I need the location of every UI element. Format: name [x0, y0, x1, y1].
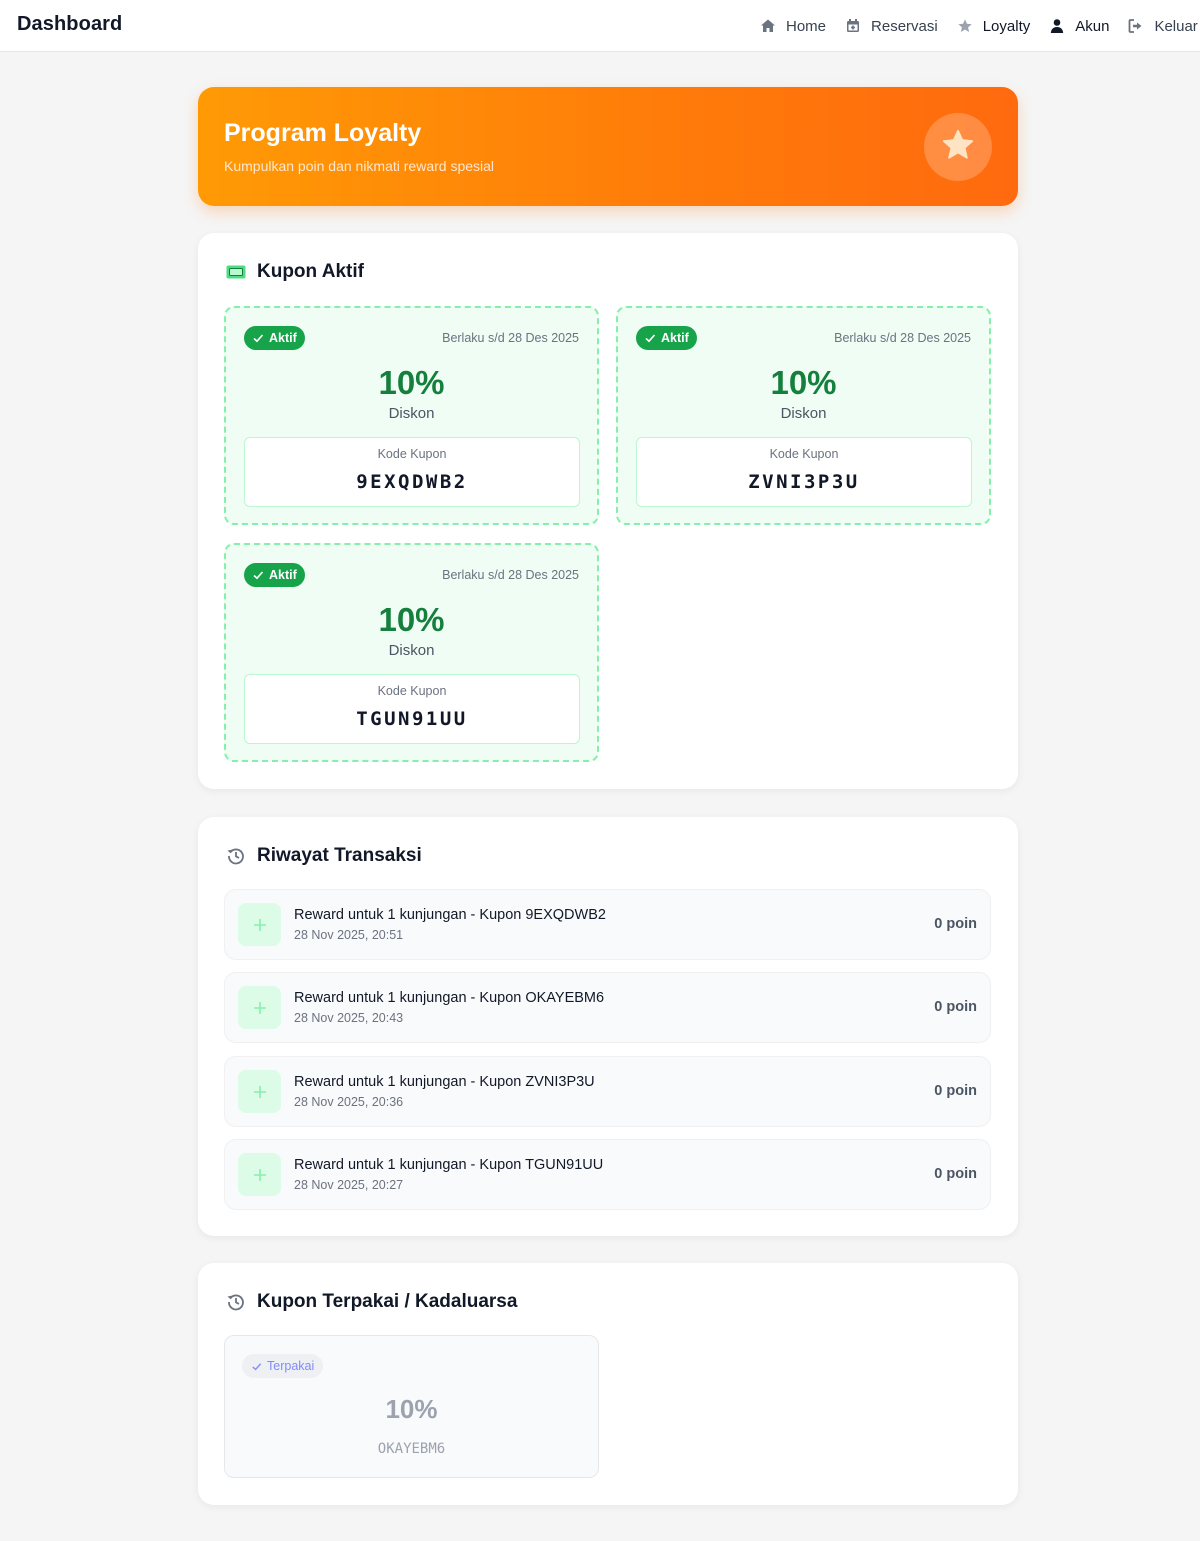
home-icon [760, 18, 776, 34]
nav-item-reservasi[interactable]: Reservasi [845, 18, 938, 35]
transaction-date: 28 Nov 2025, 20:36 [294, 1095, 404, 1109]
status-label: Aktif [661, 331, 689, 345]
hero-star-badge [924, 113, 992, 181]
transaction-points: 0 poin [934, 916, 977, 932]
transaction-history-card: Riwayat Transaksi Reward untuk 1 kunjung… [198, 817, 1018, 1236]
discount-label: Diskon [388, 405, 435, 422]
nav-item-label: Akun [1075, 17, 1110, 35]
transaction-description: Reward untuk 1 kunjungan - Kupon TGUN91U… [294, 1157, 604, 1173]
plus-icon [238, 1153, 281, 1196]
nav-item-home[interactable]: Home [760, 18, 826, 35]
transaction-row: Reward untuk 1 kunjungan - Kupon 9EXQDWB… [224, 889, 991, 960]
status-badge: Terpakai [242, 1354, 324, 1378]
code-label: Kode Kupon [377, 684, 447, 698]
card-header: Kupon Aktif [226, 261, 364, 283]
card-header: Kupon Terpakai / Kadaluarsa [226, 1291, 517, 1313]
transaction-description: Reward untuk 1 kunjungan - Kupon 9EXQDWB… [294, 907, 606, 923]
coupon-code[interactable]: 9EXQDWB2 [245, 471, 579, 493]
discount-value: 10% [770, 364, 837, 401]
nav-item-label: Home [786, 17, 827, 35]
status-badge: Aktif [636, 326, 697, 350]
transaction-date: 28 Nov 2025, 20:51 [294, 928, 404, 942]
nav-item-loyalty[interactable]: Loyalty [957, 17, 1031, 35]
used-coupon: Terpakai 10% OKAYEBM6 [224, 1335, 599, 1478]
card-title: Kupon Aktif [257, 261, 364, 282]
plus-icon [238, 986, 281, 1029]
transaction-row: Reward untuk 1 kunjungan - Kupon TGUN91U… [224, 1139, 991, 1210]
code-label: Kode Kupon [769, 447, 839, 461]
nav-item-label: Keluar [1154, 17, 1198, 35]
transaction-row: Reward untuk 1 kunjungan - Kupon OKAYEBM… [224, 972, 991, 1043]
active-coupon: Aktif Berlaku s/d 28 Des 2025 10% Diskon… [224, 306, 599, 525]
check-icon [252, 569, 264, 581]
status-badge: Aktif [244, 563, 305, 587]
check-icon [252, 332, 264, 344]
discount-value: 10% [378, 364, 445, 401]
status-label: Terpakai [267, 1359, 315, 1373]
card-title: Kupon Terpakai / Kadaluarsa [257, 1291, 518, 1312]
history-icon [226, 846, 246, 866]
transaction-date: 28 Nov 2025, 20:27 [294, 1178, 404, 1192]
code-label: Kode Kupon [377, 447, 447, 461]
plus-icon [238, 903, 281, 946]
valid-until: Berlaku s/d 28 Des 2025 [442, 331, 579, 345]
loyalty-hero-banner: Program Loyalty Kumpulkan poin dan nikma… [198, 87, 1018, 206]
valid-until: Berlaku s/d 28 Des 2025 [442, 568, 579, 582]
nav-item-akun[interactable]: Akun [1049, 18, 1109, 35]
user-icon [1049, 18, 1065, 34]
active-coupon: Aktif Berlaku s/d 28 Des 2025 10% Diskon… [616, 306, 991, 525]
active-coupon: Aktif Berlaku s/d 28 Des 2025 10% Diskon… [224, 543, 599, 762]
card-title: Riwayat Transaksi [257, 845, 422, 866]
status-badge: Aktif [244, 326, 305, 350]
valid-until: Berlaku s/d 28 Des 2025 [834, 331, 971, 345]
coupon-code-box[interactable]: Kode Kupon ZVNI3P3U [636, 437, 972, 507]
check-icon [644, 332, 656, 344]
top-navbar: Dashboard Home Reservasi Loyalty Akun Ke… [0, 0, 1200, 52]
calendar-icon [845, 18, 861, 34]
discount-label: Diskon [780, 405, 827, 422]
card-header: Riwayat Transaksi [226, 845, 422, 867]
used-coupons-card: Kupon Terpakai / Kadaluarsa Terpakai 10%… [198, 1263, 1018, 1505]
plus-icon [238, 1070, 281, 1113]
coupon-code[interactable]: TGUN91UU [245, 708, 579, 730]
transaction-description: Reward untuk 1 kunjungan - Kupon ZVNI3P3… [294, 1074, 595, 1090]
history-icon [226, 1292, 246, 1312]
hero-title: Program Loyalty [224, 119, 422, 147]
coupon-code: OKAYEBM6 [377, 1441, 446, 1457]
nav-menu: Home Reservasi Loyalty Akun Keluar [760, 0, 1200, 52]
coupon-code-box[interactable]: Kode Kupon TGUN91UU [244, 674, 580, 744]
discount-label: Diskon [388, 642, 435, 659]
transaction-row: Reward untuk 1 kunjungan - Kupon ZVNI3P3… [224, 1056, 991, 1127]
brand-title[interactable]: Dashboard [17, 13, 122, 36]
hero-subtitle: Kumpulkan poin dan nikmati reward spesia… [224, 158, 495, 174]
discount-value: 10% [378, 601, 445, 638]
transaction-points: 0 poin [934, 1083, 977, 1099]
star-icon [940, 127, 976, 168]
transaction-points: 0 poin [934, 999, 977, 1015]
star-icon [957, 18, 973, 34]
logout-icon [1128, 18, 1144, 34]
ticket-icon [226, 262, 246, 282]
nav-item-label: Reservasi [871, 17, 938, 35]
check-icon [251, 1361, 262, 1372]
status-label: Aktif [269, 568, 297, 582]
coupon-code[interactable]: ZVNI3P3U [637, 471, 971, 493]
status-label: Aktif [269, 331, 297, 345]
transaction-description: Reward untuk 1 kunjungan - Kupon OKAYEBM… [294, 990, 605, 1006]
transaction-date: 28 Nov 2025, 20:43 [294, 1011, 404, 1025]
nav-item-keluar[interactable]: Keluar [1128, 17, 1198, 35]
discount-value: 10% [385, 1394, 438, 1424]
transaction-points: 0 poin [934, 1166, 977, 1182]
coupon-code-box[interactable]: Kode Kupon 9EXQDWB2 [244, 437, 580, 507]
nav-item-label: Loyalty [982, 17, 1031, 35]
active-coupons-card: Kupon Aktif Aktif Berlaku s/d 28 Des 202… [198, 233, 1018, 789]
